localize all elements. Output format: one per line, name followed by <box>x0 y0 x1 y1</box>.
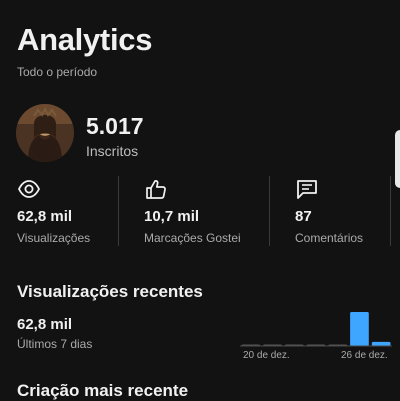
stat-views-label: Visualizações <box>17 231 91 245</box>
chart-tick-label: 26 de dez. <box>341 350 388 361</box>
period-subtitle: Todo o período <box>17 65 98 79</box>
channel-avatar[interactable] <box>16 104 74 162</box>
stats-divider <box>390 176 391 246</box>
stats-divider <box>269 176 270 246</box>
recent-views-period: Últimos 7 dias <box>17 337 93 351</box>
chart-bar <box>371 341 391 346</box>
stat-comments-label: Comentários <box>295 231 364 245</box>
recent-views-chart-svg <box>240 312 392 347</box>
thumbs-up-icon <box>146 180 166 199</box>
analytics-title: Analytics <box>17 22 153 57</box>
latest-content-title: Criação mais recente <box>17 381 189 400</box>
stats-row: 62,8 mil Visualizações 10,7 mil Marcaçõe… <box>0 172 400 250</box>
stats-divider <box>118 176 119 246</box>
stat-likes-label: Marcações Gostei <box>144 231 241 245</box>
chart-bar <box>350 312 369 346</box>
comment-icon <box>297 180 317 199</box>
stat-views-value: 62,8 mil <box>17 208 73 225</box>
stat-likes-value: 10,7 mil <box>144 208 200 225</box>
subscriber-count: 5.017 <box>86 113 144 139</box>
stat-comments-value: 87 <box>295 208 312 225</box>
chart-tick-label: 20 de dez. <box>243 350 290 361</box>
subscriber-label: Inscritos <box>86 143 139 159</box>
eye-icon <box>17 180 41 198</box>
recent-views-title: Visualizações recentes <box>17 282 203 301</box>
recent-views-value: 62,8 mil <box>17 316 73 333</box>
